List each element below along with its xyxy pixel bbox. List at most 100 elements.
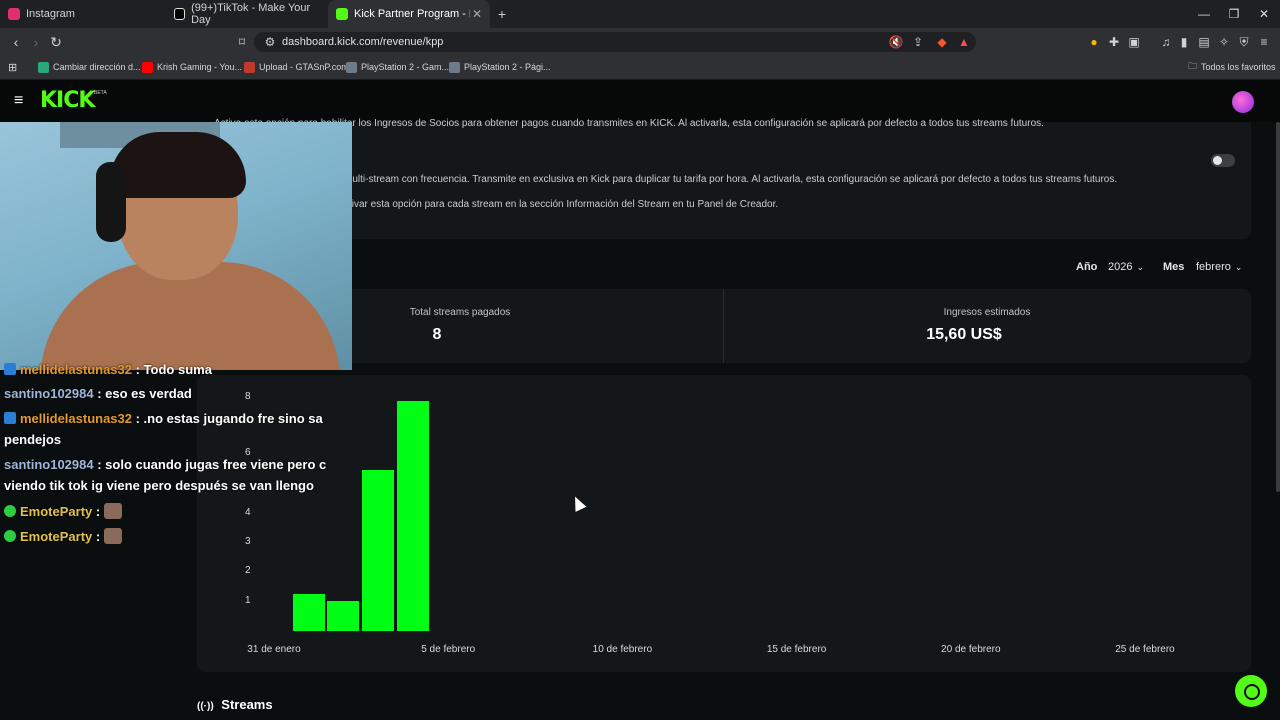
brave-shield-icon[interactable]: ◆: [934, 34, 950, 50]
share-icon[interactable]: ⇪: [910, 34, 926, 50]
tab-title: Instagram: [26, 8, 75, 20]
bookmark-label: Cambiar dirección d...: [53, 62, 141, 72]
back-icon[interactable]: ‹: [8, 34, 24, 50]
menu-icon[interactable]: ≡: [1256, 34, 1272, 50]
chat-username[interactable]: mellidelastunas32: [20, 362, 132, 377]
all-bookmarks[interactable]: 🗀 Todos los favoritos: [1188, 60, 1276, 74]
gtasnp-icon: [244, 61, 255, 73]
estimated-revenue-value: 15,60 US$: [926, 326, 1002, 343]
broadcast-icon: ((·)): [197, 701, 214, 712]
chat-username[interactable]: santino102984: [4, 386, 94, 401]
reload-icon[interactable]: ↻: [48, 34, 64, 50]
chat-text: : solo cuando jugas free viene pero c: [93, 457, 327, 472]
folder-icon: 🗀: [1188, 61, 1198, 71]
vpn-icon[interactable]: ⛨: [1236, 34, 1252, 50]
chart-card: [197, 375, 1251, 672]
sidebar-icon[interactable]: ▮: [1176, 34, 1192, 50]
headset-icon: [96, 162, 126, 242]
bookmark-item[interactable]: Krish Gaming - You...: [142, 60, 242, 74]
estimated-revenue-label: Ingresos estimados: [943, 307, 1031, 318]
screenshot-icon[interactable]: ▣: [1126, 34, 1142, 50]
bookmark-label: Upload - GTASnP.com: [259, 62, 349, 72]
kick-icon: [336, 8, 348, 20]
chat-username[interactable]: santino102984: [4, 457, 94, 472]
minimize-icon[interactable]: —: [1188, 0, 1220, 28]
chevron-down-icon: ⌄: [1234, 261, 1243, 272]
paid-streams-label: Total streams pagados: [409, 307, 511, 318]
settings-description-2: multi-stream con frecuencia. Transmite e…: [344, 174, 1118, 185]
chat-text: : eso es verdad: [93, 386, 192, 401]
exclusive-stream-toggle[interactable]: [1211, 154, 1235, 167]
stats-card: [197, 289, 1251, 363]
avatar[interactable]: [1232, 91, 1254, 113]
year-label: Año: [1076, 261, 1098, 273]
paid-streams-value: 8: [432, 326, 442, 343]
close-window-icon[interactable]: ✕: [1248, 0, 1280, 28]
media-icon[interactable]: ♫: [1158, 34, 1174, 50]
chat-username[interactable]: mellidelastunas32: [20, 411, 132, 426]
chat-message: EmoteParty :: [4, 503, 122, 519]
year-select[interactable]: 2026 ⌄: [1108, 261, 1144, 273]
apps-icon[interactable]: ⊞: [8, 60, 17, 74]
wallet-icon[interactable]: ▤: [1196, 34, 1212, 50]
bookmark-item[interactable]: PlayStation 2 - Gam...: [346, 60, 449, 74]
chat-text: :: [92, 529, 104, 544]
all-bookmarks-label: Todos los favoritos: [1201, 62, 1276, 72]
globe-icon: [38, 61, 49, 73]
bookmark-item[interactable]: Upload - GTASnP.com: [244, 60, 349, 74]
streams-label: Streams: [221, 697, 273, 712]
forward-icon[interactable]: ›: [28, 34, 44, 50]
browser-tab-strip: Instagram (99+)TikTok - Make Your Day Ki…: [0, 0, 1280, 28]
chat-text: : .no estas jugando fre sino sa: [132, 411, 323, 426]
extensions-icon[interactable]: ✚: [1106, 34, 1122, 50]
kick-badge-icon: [4, 363, 16, 375]
tiktok-icon: [174, 8, 186, 20]
page-scrollbar[interactable]: [1276, 122, 1280, 492]
beta-badge: BETA: [94, 90, 107, 96]
month-label: Mes: [1163, 261, 1185, 273]
url-text: dashboard.kick.com/revenue/kpp: [282, 36, 444, 48]
kick-header: [0, 80, 1280, 122]
chat-text: pendejos: [4, 432, 62, 447]
tab-kick-partner[interactable]: Kick Partner Program - Kick Dash ✕: [328, 0, 490, 28]
verified-icon: [4, 530, 16, 542]
site-info-icon[interactable]: ⚙: [262, 34, 278, 50]
chevron-down-icon: ⌄: [1136, 261, 1145, 272]
bookmark-label: PlayStation 2 - Gam...: [361, 62, 450, 72]
cat-emote-icon: [103, 503, 122, 519]
streamer-hair: [110, 132, 246, 198]
mute-icon[interactable]: 🔇: [888, 34, 904, 50]
hamburger-menu-icon[interactable]: ≡: [14, 92, 23, 110]
chat-username[interactable]: EmoteParty: [20, 529, 92, 544]
brave-rewards-icon[interactable]: ▲: [956, 34, 972, 50]
settings-description-3: ctivar esta opción para cada stream en l…: [344, 199, 779, 210]
bookmark-page-icon[interactable]: ⌑: [234, 34, 250, 50]
restore-icon[interactable]: ❐: [1218, 0, 1250, 28]
chat-message: mellidelastunas32 : .no estas jugando fr…: [4, 411, 323, 426]
tab-title: Kick Partner Program - Kick Dash: [354, 8, 470, 20]
chat-text: :: [92, 504, 104, 519]
extension-color-icon[interactable]: ●: [1086, 34, 1102, 50]
chat-text: viendo tik tok ig viene pero después se …: [4, 478, 314, 493]
close-tab-icon[interactable]: ✕: [472, 7, 482, 21]
bookmark-item[interactable]: PlayStation 2 - Pági...: [449, 60, 551, 74]
year-value: 2026: [1108, 261, 1133, 273]
kick-logo[interactable]: KICK: [40, 88, 95, 113]
chat-message: pendejos: [4, 432, 61, 447]
instagram-icon: [8, 8, 20, 20]
tab-tiktok[interactable]: (99+)TikTok - Make Your Day: [166, 0, 328, 28]
chat-message: santino102984 : solo cuando jugas free v…: [4, 457, 326, 472]
support-chat-button[interactable]: [1235, 675, 1267, 707]
leo-ai-icon[interactable]: ✧: [1216, 34, 1232, 50]
chat-message: mellidelastunas32 : Todo suma: [4, 362, 212, 377]
tab-title: (99+)TikTok - Make Your Day: [191, 2, 311, 26]
youtube-icon: [142, 61, 153, 73]
chat-username[interactable]: EmoteParty: [20, 504, 92, 519]
webcam-overlay: [0, 122, 352, 370]
new-tab-button[interactable]: +: [490, 0, 514, 28]
bookmark-item[interactable]: Cambiar dirección d...: [38, 60, 141, 74]
chat-message: viendo tik tok ig viene pero después se …: [4, 478, 314, 493]
month-value: febrero: [1196, 261, 1231, 273]
tab-instagram[interactable]: Instagram: [0, 0, 166, 28]
month-select[interactable]: febrero ⌄: [1196, 261, 1242, 273]
